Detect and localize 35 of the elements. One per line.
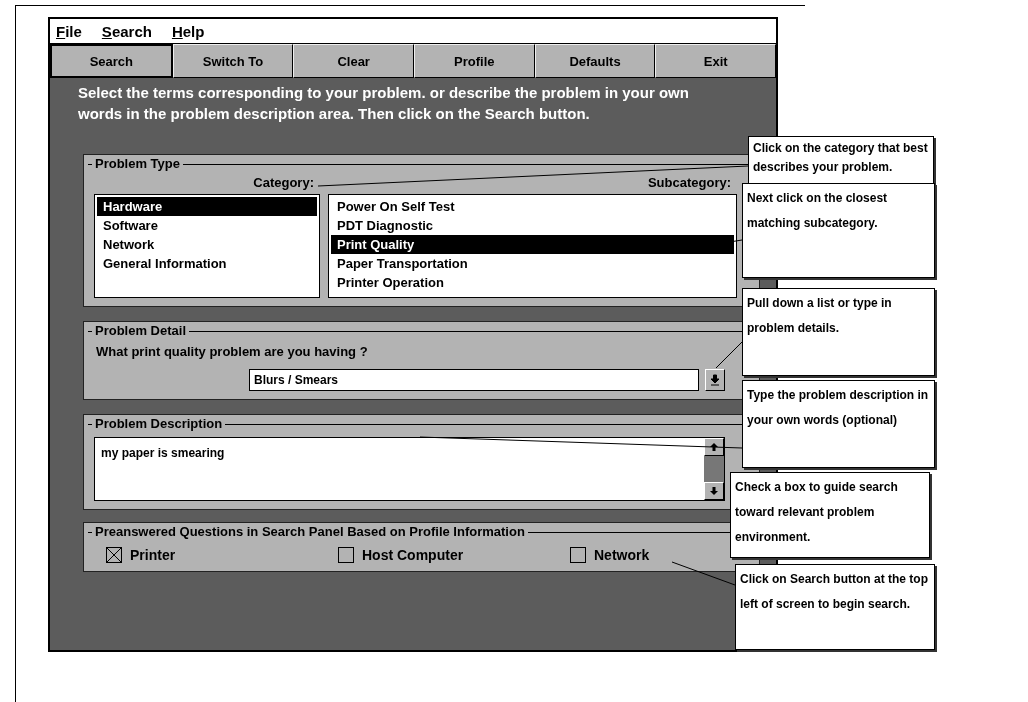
- list-item[interactable]: PDT Diagnostic: [331, 216, 734, 235]
- field-label: Category:: [253, 175, 314, 190]
- callout-note: Next click on the closest matching subcategory.: [742, 183, 935, 278]
- group-title: Problem Type: [92, 156, 183, 171]
- toolbar-button[interactable]: Search: [50, 44, 173, 78]
- list-item[interactable]: Paper Transportation: [331, 254, 734, 273]
- toolbar-button[interactable]: Defaults: [534, 44, 656, 78]
- instructions-text: Select the terms corresponding to your problem. or describe the problem in your own words in the problem description area. Then click on the Search button.: [78, 83, 690, 124]
- callout-note: Type the problem description in your own words (optional): [742, 380, 935, 468]
- checkbox-label: Network: [594, 547, 650, 563]
- toolbar-button[interactable]: Exit: [655, 44, 777, 78]
- detail-combo-field[interactable]: Blurs / Smears: [249, 369, 699, 391]
- checkbox-label: Printer: [130, 547, 176, 563]
- list-item[interactable]: General Information: [97, 254, 317, 273]
- list-item[interactable]: Hardware: [97, 197, 317, 216]
- question-text: What print quality problem are you having ?: [96, 344, 369, 359]
- toolbar-button[interactable]: Clear: [293, 44, 414, 78]
- list-item[interactable]: Printer Operation: [331, 273, 734, 292]
- menu-item[interactable]: Search: [101, 22, 152, 40]
- group-title: Preanswered Questions in Search Panel Based on Profile Information: [92, 524, 528, 539]
- menu-item[interactable]: Help: [171, 22, 205, 40]
- list-item[interactable]: Print Quality: [331, 235, 734, 254]
- toolbar-button[interactable]: Profile: [414, 44, 535, 78]
- callout-note: Check a box to guide search toward relevant problem environment.: [730, 472, 930, 558]
- field-label: Subcategory:: [647, 175, 731, 190]
- callout-note: Pull down a list or type in problem details.: [742, 288, 935, 376]
- toolbar-button[interactable]: Switch To: [172, 44, 294, 78]
- list-item[interactable]: Software: [97, 216, 317, 235]
- callout-note: Click on Search button at the top left of screen to begin search.: [735, 564, 935, 650]
- group-title: Problem Detail: [92, 323, 190, 338]
- checkbox-label: Host Computer: [362, 547, 464, 563]
- group-title: Problem Description: [92, 416, 226, 431]
- list-item[interactable]: Power On Self Test: [331, 197, 734, 216]
- menu-item[interactable]: File: [56, 22, 82, 40]
- list-item[interactable]: Network: [97, 235, 317, 254]
